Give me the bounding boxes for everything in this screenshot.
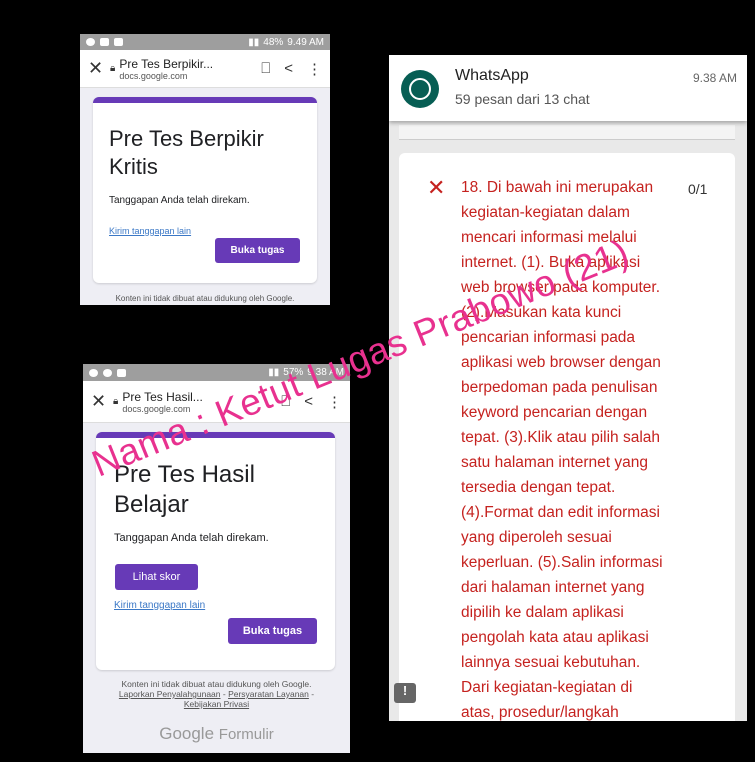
question-text-line: dari halaman internet yang [461, 579, 645, 596]
question-text-line: pengolah kata atau aplikasi [461, 629, 649, 646]
notification-icon [86, 38, 95, 46]
lock-icon: 🔒︎ [110, 63, 116, 74]
question-text-line: satu halaman internet yang [461, 454, 648, 471]
confirmation-card: Pre Tes Berpikir Kritis Tanggapan Anda t… [93, 97, 317, 283]
google-logo-text: Google [159, 724, 215, 743]
recorded-message: Tanggapan Anda telah direkam. [109, 195, 250, 206]
status-bar: ▮▮ 48% 9.49 AM [80, 34, 330, 50]
form-title: Pre Tes Hasil Belajar [114, 461, 255, 518]
question-text-line: berpedoman pada penulisan [461, 379, 658, 396]
question-text-line: yang diperoleh sesuai [461, 529, 612, 546]
footer-disclaimer: Konten ini tidak dibuat atau didukung ol… [121, 679, 312, 689]
battery-level: 48% [263, 36, 284, 48]
recorded-message: Tanggapan Anda telah direkam. [114, 532, 269, 544]
footer-separator: - [220, 689, 229, 699]
whatsapp-status-icon [89, 368, 98, 377]
question-text-line: dipilih ke dalam aplikasi [461, 604, 624, 621]
resubmit-link[interactable]: Kirim tanggapan lain [114, 600, 205, 611]
whatsapp-icon [401, 70, 439, 108]
notification-icon [114, 38, 123, 46]
question-text-line: (4).Format dan edit informasi [461, 504, 660, 521]
bookmark-icon[interactable]: ⎕ [261, 60, 270, 77]
feedback-icon[interactable]: ! [394, 683, 416, 703]
question-text-line: kegiatan-kegiatan dalam [461, 204, 630, 221]
footer-separator: - [308, 689, 315, 699]
question-text-line: 18. Di bawah ini merupakan [461, 179, 654, 196]
wrong-answer-icon: ✕ [427, 175, 446, 200]
question-text-line: lainnya sesuai kebutuhan. [461, 654, 641, 671]
screenshot-pre-tes-berpikir-kritis: ▮▮ 48% 9.49 AM ✕ 🔒︎ Pre Tes Berpikir... … [80, 34, 330, 305]
question-text-line: keperluan. (5).Salin informasi [461, 554, 663, 571]
question-text-line: pencarian informasi pada [461, 329, 636, 346]
question-text-line: keyword pencarian dengan [461, 404, 648, 421]
page-title: Pre Tes Berpikir... [119, 56, 214, 71]
footer: Konten ini tidak dibuat atau didukung ol… [83, 679, 350, 709]
report-abuse-link[interactable]: Laporkan Penyalahgunaan [119, 689, 221, 699]
share-icon[interactable]: < [284, 60, 293, 77]
question-text-line: tepat. (3).Klik atau pilih salah [461, 429, 661, 446]
form-title: Pre Tes Berpikir Kritis [109, 126, 264, 179]
google-forms-logo: Google Formulir [83, 724, 350, 744]
more-icon[interactable]: ⋮ [327, 393, 342, 411]
resubmit-link[interactable]: Kirim tanggapan lain [109, 226, 191, 236]
clock: 9.49 AM [287, 36, 324, 48]
forms-logo-text: Formulir [218, 726, 274, 743]
close-icon[interactable]: ✕ [88, 58, 110, 79]
close-icon[interactable]: ✕ [91, 391, 113, 412]
question-text-line: Dari kegiatan-kegiatan di [461, 679, 633, 696]
question-text-line: aplikasi web browser dengan [461, 354, 661, 371]
terms-link[interactable]: Persyaratan Layanan [228, 689, 309, 699]
question-card: ✕ 0/1 18. Di bawah ini merupakan kegiatan… [399, 153, 735, 721]
open-task-button[interactable]: Buka tugas [228, 618, 317, 644]
question-text-line: tersedia dengan tepat. [461, 479, 616, 496]
notification-text: 59 pesan dari 13 chat [455, 91, 590, 107]
footer-disclaimer: Konten ini tidak dibuat atau didukung ol… [115, 294, 295, 303]
signal-icon: ▮▮ [248, 36, 260, 48]
notification-icon [117, 368, 126, 377]
open-task-button[interactable]: Buka tugas [215, 238, 300, 263]
notification-icon [100, 38, 109, 46]
browser-toolbar: ✕ 🔒︎ Pre Tes Berpikir... docs.google.com… [80, 50, 330, 88]
previous-card-edge [399, 125, 735, 140]
whatsapp-notification[interactable]: WhatsApp 59 pesan dari 13 chat 9.38 AM [389, 55, 747, 121]
page-domain: docs.google.com [119, 70, 188, 81]
screenshot-quiz-result: ✕ 0/1 18. Di bawah ini merupakan kegiatan… [389, 55, 747, 721]
privacy-link[interactable]: Kebijakan Privasi [184, 699, 249, 709]
notification-time: 9.38 AM [692, 71, 737, 85]
view-score-button[interactable]: Lihat skor [115, 564, 198, 590]
question-text-line: atas, prosedur/langkah [461, 704, 619, 721]
lock-icon: 🔒︎ [113, 396, 119, 407]
more-icon[interactable]: ⋮ [307, 60, 322, 78]
notification-app-name: WhatsApp [455, 67, 529, 84]
notification-icon [103, 368, 112, 377]
